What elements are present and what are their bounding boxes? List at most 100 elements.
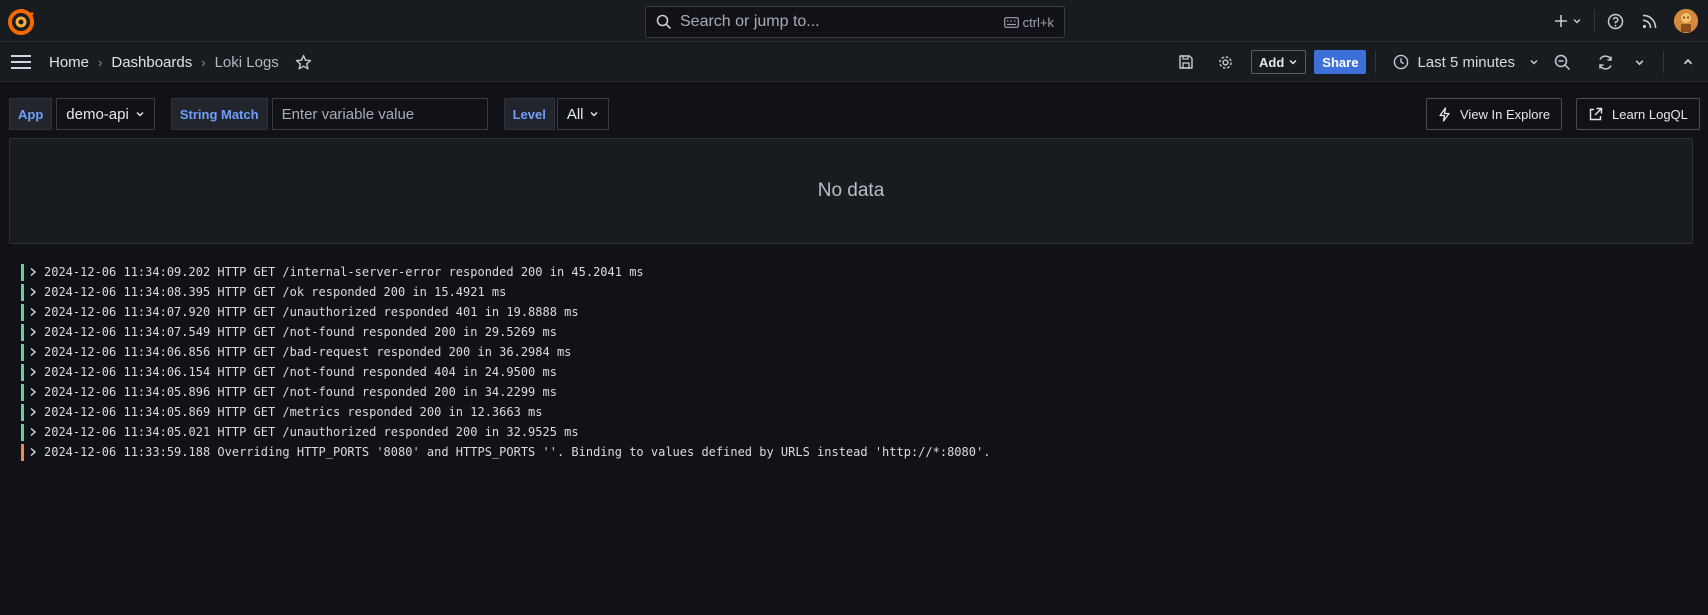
- top-right-actions: [1554, 0, 1708, 42]
- log-row[interactable]: 2024-12-06 11:34:07.920 HTTP GET /unauth…: [21, 302, 990, 322]
- chevron-right-icon[interactable]: [29, 327, 38, 337]
- search-placeholder: Search or jump to...: [680, 13, 820, 30]
- zoom-out-button[interactable]: [1554, 54, 1571, 71]
- chevron-right-icon[interactable]: [29, 447, 38, 457]
- chevron-down-icon: [1530, 59, 1538, 65]
- breadcrumb-current-dashboard: Loki Logs: [214, 53, 279, 71]
- grafana-logo-icon[interactable]: [8, 9, 34, 35]
- plus-icon: [1555, 15, 1567, 27]
- collapse-toolbar-button[interactable]: [1682, 56, 1694, 68]
- chevron-right-icon[interactable]: [29, 267, 38, 277]
- chevron-right-icon[interactable]: [29, 427, 38, 437]
- search-shortcut: ctrl+k: [1003, 14, 1054, 30]
- log-line-text: 2024-12-06 11:34:09.202 HTTP GET /intern…: [44, 265, 644, 279]
- breadcrumb-home[interactable]: Home: [49, 54, 89, 71]
- log-row[interactable]: 2024-12-06 11:34:05.869 HTTP GET /metric…: [21, 402, 990, 422]
- chevron-right-icon[interactable]: [29, 367, 38, 377]
- log-level-indicator: [21, 283, 24, 301]
- log-line-text: 2024-12-06 11:34:08.395 HTTP GET /ok res…: [44, 285, 507, 299]
- variable-value-app: demo-api: [66, 105, 129, 123]
- add-button-label: Add: [1259, 54, 1285, 70]
- view-in-explore-label: View In Explore: [1460, 106, 1551, 122]
- dashboard-toolbar: Add Share Last 5 minutes: [1178, 42, 1708, 82]
- log-level-indicator: [21, 443, 24, 461]
- divider: [1594, 10, 1595, 32]
- breadcrumb: Home › Dashboards › Loki Logs: [49, 42, 312, 82]
- log-row[interactable]: 2024-12-06 11:34:07.549 HTTP GET /not-fo…: [21, 322, 990, 342]
- log-line-text: 2024-12-06 11:34:05.869 HTTP GET /metric…: [44, 405, 543, 419]
- time-range-label: Last 5 minutes: [1417, 53, 1515, 71]
- dashboard-nav-bar: Home › Dashboards › Loki Logs Add Share: [0, 42, 1708, 82]
- search-shortcut-label: ctrl+k: [1022, 14, 1054, 30]
- chevron-down-icon: [136, 112, 144, 117]
- log-level-indicator: [21, 383, 24, 401]
- log-row[interactable]: 2024-12-06 11:34:08.395 HTTP GET /ok res…: [21, 282, 990, 302]
- breadcrumb-dashboards[interactable]: Dashboards: [111, 54, 192, 71]
- avatar-image-icon: [1674, 9, 1698, 33]
- log-row[interactable]: 2024-12-06 11:34:06.154 HTTP GET /not-fo…: [21, 362, 990, 382]
- log-row[interactable]: 2024-12-06 11:33:59.188 Overriding HTTP_…: [21, 442, 990, 462]
- search-bar[interactable]: Search or jump to... ctrl+k: [645, 6, 1065, 38]
- news-button[interactable]: [1642, 14, 1657, 29]
- log-line-text: 2024-12-06 11:34:06.154 HTTP GET /not-fo…: [44, 365, 557, 379]
- help-button[interactable]: [1607, 13, 1624, 30]
- variable-label-string-match: String Match: [170, 98, 268, 130]
- no-data-message: No data: [817, 180, 885, 201]
- log-line-text: 2024-12-06 11:33:59.188 Overriding HTTP_…: [44, 445, 991, 459]
- time-range-picker[interactable]: Last 5 minutes: [1393, 54, 1539, 71]
- variable-input-string-match[interactable]: Enter variable value: [271, 98, 488, 130]
- menu-icon[interactable]: [11, 54, 31, 70]
- star-icon[interactable]: [295, 54, 312, 71]
- rss-icon: [1642, 14, 1657, 28]
- chevron-right-icon[interactable]: [29, 387, 38, 397]
- add-button[interactable]: Add: [1251, 50, 1307, 74]
- log-line-text: 2024-12-06 11:34:07.549 HTTP GET /not-fo…: [44, 325, 557, 339]
- log-row[interactable]: 2024-12-06 11:34:05.021 HTTP GET /unauth…: [21, 422, 990, 442]
- search-icon: [656, 14, 672, 30]
- log-line-text: 2024-12-06 11:34:07.920 HTTP GET /unauth…: [44, 305, 579, 319]
- chevron-up-icon: [1683, 58, 1693, 65]
- clock-icon: [1394, 54, 1409, 70]
- lightning-icon: [1439, 106, 1450, 122]
- graph-panel: No data: [9, 138, 1693, 244]
- log-row[interactable]: 2024-12-06 11:34:06.856 HTTP GET /bad-re…: [21, 342, 990, 362]
- log-line-text: 2024-12-06 11:34:06.856 HTTP GET /bad-re…: [44, 345, 572, 359]
- variable-select-app[interactable]: demo-api: [56, 98, 155, 130]
- log-row[interactable]: 2024-12-06 11:34:05.896 HTTP GET /not-fo…: [21, 382, 990, 402]
- learn-logql-label: Learn LogQL: [1612, 106, 1688, 122]
- help-icon: [1607, 13, 1624, 29]
- chevron-down-icon: [590, 112, 598, 117]
- chevron-right-icon[interactable]: [29, 287, 38, 297]
- divider: [1375, 51, 1377, 73]
- user-avatar[interactable]: [1674, 9, 1698, 33]
- log-row[interactable]: 2024-12-06 11:34:09.202 HTTP GET /intern…: [21, 262, 990, 282]
- zoom-out-icon: [1554, 54, 1571, 70]
- dashboard-settings-button[interactable]: [1217, 54, 1234, 71]
- breadcrumb-separator-icon: ›: [201, 54, 206, 70]
- share-button[interactable]: Share: [1314, 50, 1367, 74]
- save-icon: [1179, 55, 1193, 69]
- variable-label-app: App: [9, 98, 53, 130]
- refresh-button[interactable]: [1597, 54, 1614, 71]
- chevron-right-icon[interactable]: [29, 407, 38, 417]
- chevron-down-icon: [1573, 19, 1581, 24]
- chevron-right-icon[interactable]: [29, 347, 38, 357]
- chevron-right-icon[interactable]: [29, 307, 38, 317]
- divider: [1663, 51, 1664, 73]
- external-link-icon: [1589, 107, 1603, 120]
- log-level-indicator: [21, 263, 24, 281]
- keyboard-icon: [1003, 16, 1019, 28]
- view-in-explore-button[interactable]: View In Explore: [1426, 98, 1563, 130]
- new-menu-button[interactable]: [1554, 14, 1582, 28]
- variable-label-level: Level: [503, 98, 555, 130]
- template-variables: App demo-api String Match Enter variable…: [9, 98, 610, 130]
- refresh-interval-dropdown[interactable]: [1634, 57, 1645, 68]
- variable-select-level[interactable]: All: [556, 98, 610, 130]
- refresh-icon: [1599, 54, 1612, 70]
- variable-value-level: All: [566, 105, 584, 123]
- log-line-text: 2024-12-06 11:34:05.021 HTTP GET /unauth…: [44, 425, 579, 439]
- learn-logql-button[interactable]: Learn LogQL: [1576, 98, 1700, 130]
- top-bar: Search or jump to... ctrl+k: [0, 0, 1708, 42]
- log-level-indicator: [21, 423, 24, 441]
- save-dashboard-button[interactable]: [1178, 54, 1194, 70]
